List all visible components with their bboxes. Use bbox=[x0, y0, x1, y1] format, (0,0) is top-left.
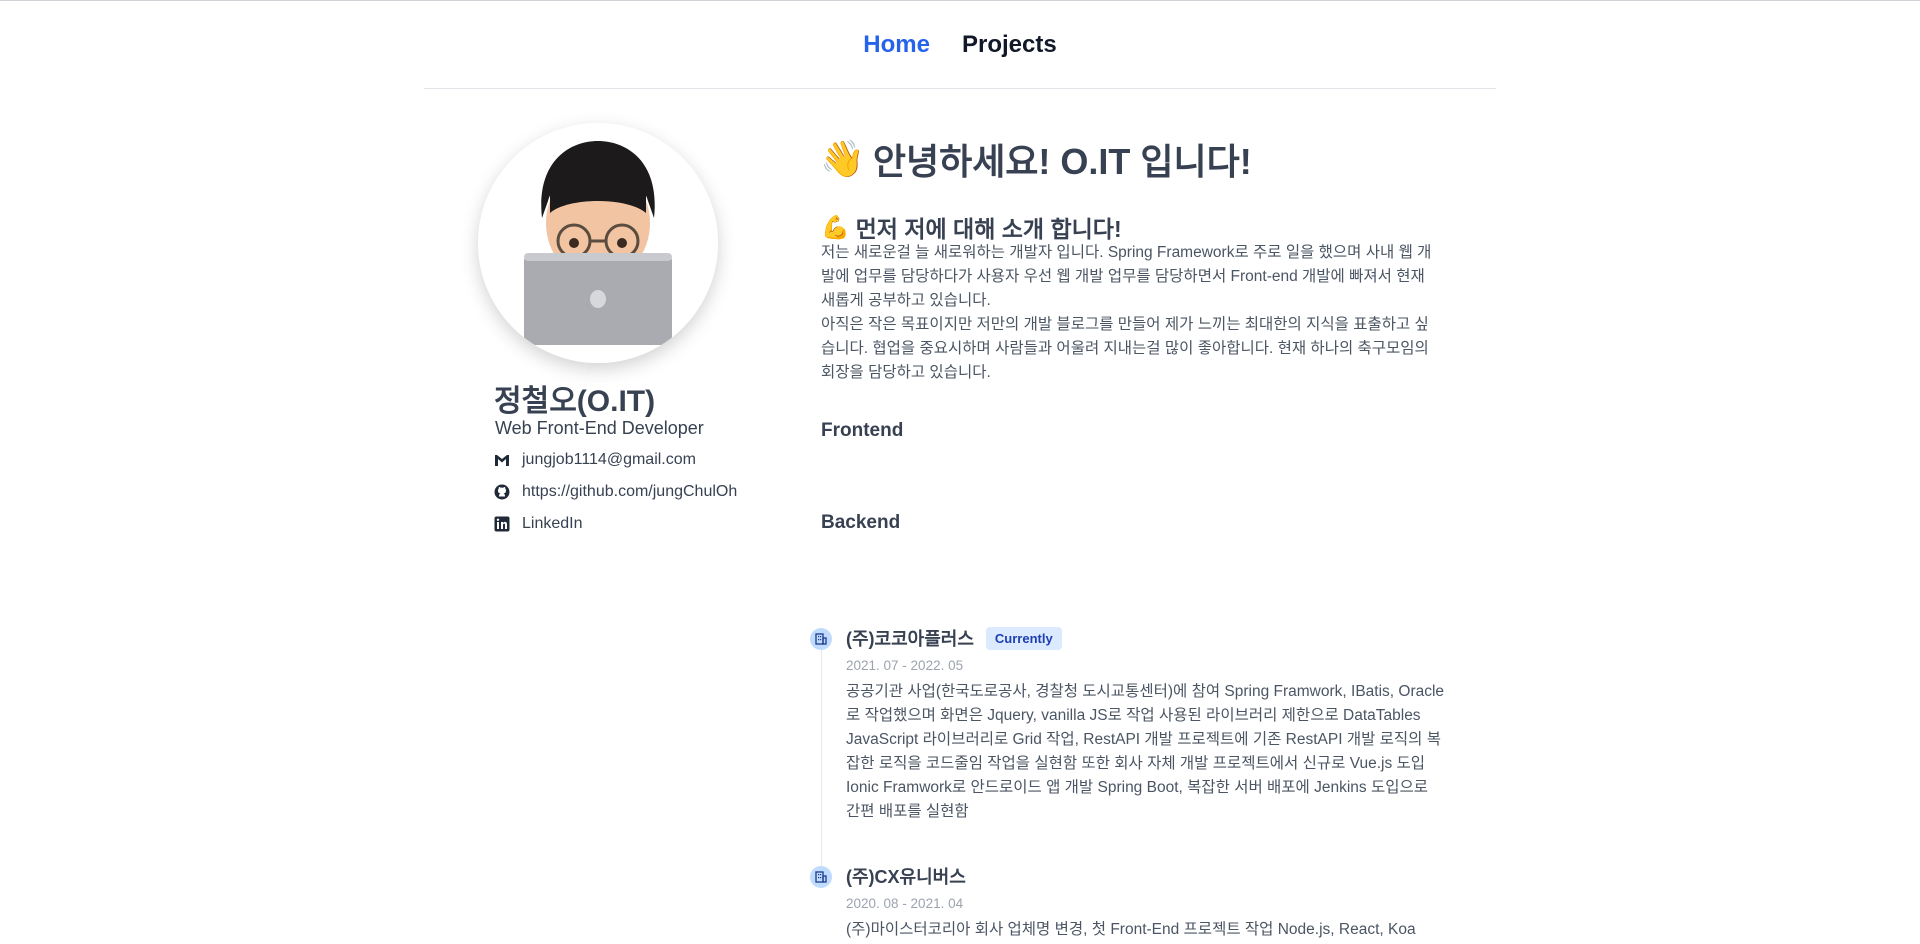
frontend-heading: Frontend bbox=[821, 420, 904, 441]
contact-linkedin[interactable]: LinkedIn bbox=[494, 515, 583, 533]
contact-email[interactable]: jungjob1114@gmail.com bbox=[494, 451, 696, 469]
status-badge: Currently bbox=[985, 626, 1062, 650]
contact-email-text: jungjob1114@gmail.com bbox=[522, 451, 696, 468]
contact-github-text: https://github.com/jungChulOh bbox=[522, 483, 738, 500]
nav-projects-link[interactable]: Projects bbox=[962, 31, 1057, 59]
experience-header: (주)CX유니버스 bbox=[846, 863, 966, 889]
contact-linkedin-text: LinkedIn bbox=[522, 515, 583, 532]
flexed-biceps-icon: 💪 bbox=[821, 213, 850, 240]
profile-avatar bbox=[478, 123, 718, 363]
experience-period: 2021. 07 - 2022. 05 bbox=[846, 658, 964, 673]
intro-body: 저는 새로운걸 늘 새로워하는 개발자 입니다. Spring Framewor… bbox=[821, 241, 1443, 385]
github-icon bbox=[494, 484, 510, 500]
experience-description: 공공기관 사업(한국도로공사, 경찰청 도시교통센터)에 참여 Spring F… bbox=[846, 683, 1445, 820]
experience-period: 2020. 08 - 2021. 04 bbox=[846, 896, 964, 911]
intro-heading-text: 먼저 저에 대해 소개 합니다! bbox=[855, 216, 1122, 242]
experience-description: (주)마이스터코리아 회사 업체명 변경, 첫 Front-End 프로젝트 작… bbox=[846, 921, 1416, 938]
greeting-text: 안녕하세요! O.IT 입니다! bbox=[872, 141, 1252, 182]
nav-home-link[interactable]: Home bbox=[863, 31, 930, 59]
linkedin-icon bbox=[494, 516, 510, 532]
intro-heading: 💪 먼저 저에 대해 소개 합니다! bbox=[821, 210, 1122, 244]
intro-paragraph-1: 저는 새로운걸 늘 새로워하는 개발자 입니다. Spring Framewor… bbox=[821, 244, 1432, 309]
profile-role: Web Front-End Developer bbox=[495, 418, 704, 438]
company-name: (주)CX유니버스 bbox=[846, 867, 966, 887]
contact-github[interactable]: https://github.com/jungChulOh bbox=[494, 483, 737, 501]
experience-header: (주)코코아플러스 Currently bbox=[846, 625, 1062, 651]
timeline-line bbox=[821, 645, 822, 885]
greeting-heading: 👋 안녕하세요! O.IT 입니다! bbox=[820, 133, 1252, 185]
profile-name: 정철오(O.IT) bbox=[494, 385, 656, 418]
memoji-laptop-avatar-icon bbox=[478, 123, 718, 363]
gmail-icon bbox=[494, 452, 510, 468]
backend-heading: Backend bbox=[821, 512, 901, 533]
building-icon bbox=[810, 628, 832, 650]
building-icon bbox=[810, 866, 832, 888]
company-name: (주)코코아플러스 bbox=[846, 629, 974, 649]
waving-hand-icon: 👋 bbox=[820, 138, 865, 179]
intro-paragraph-2: 아직은 작은 목표이지만 저만의 개발 블로그를 만들어 제가 느끼는 최대한의… bbox=[821, 316, 1429, 381]
top-navigation: Home Projects bbox=[424, 1, 1496, 89]
